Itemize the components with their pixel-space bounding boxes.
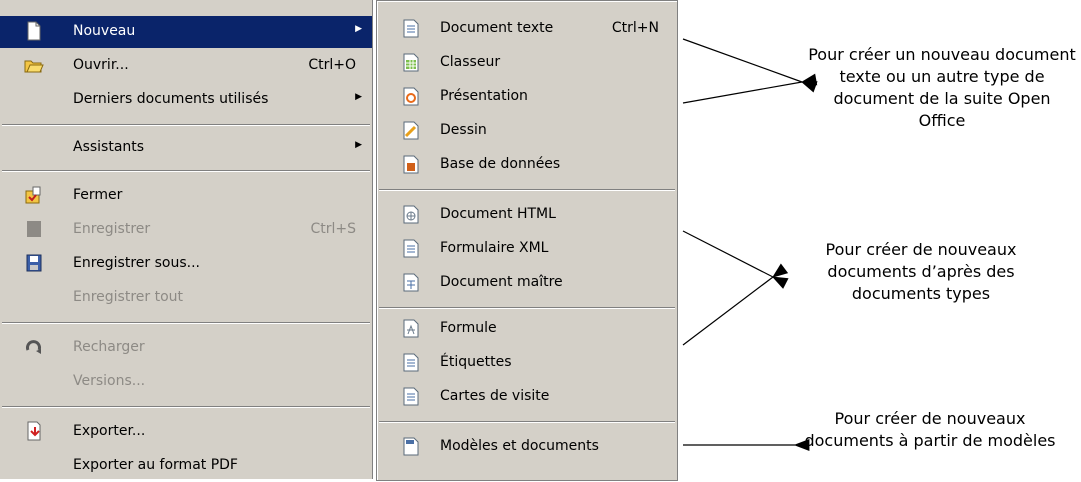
arrow-line xyxy=(682,230,789,289)
annotation-note: Pour créer de nouveaux documents d’après… xyxy=(825,240,1017,303)
annotation-note: Pour créer de nouveaux documents à parti… xyxy=(804,409,1056,450)
arrow-line xyxy=(682,263,789,346)
arrow-line xyxy=(682,38,818,93)
arrow-line xyxy=(682,73,818,104)
annotation-note: Pour créer un nouveau document texte ou … xyxy=(808,45,1076,130)
